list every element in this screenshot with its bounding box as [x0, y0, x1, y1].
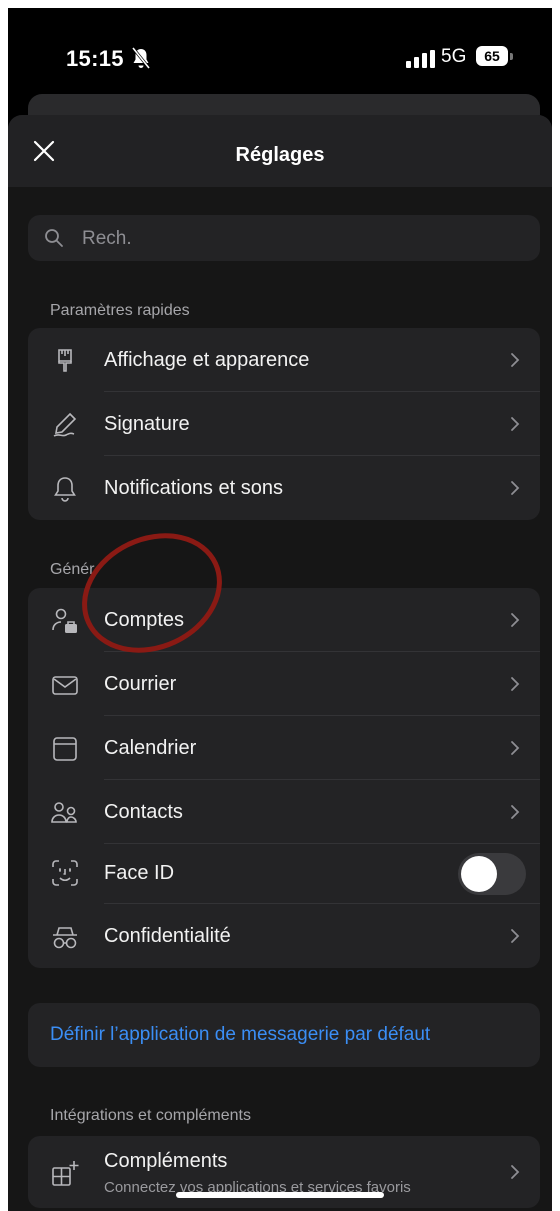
chevron-right-icon	[511, 1165, 520, 1179]
settings-item-label: Signature	[104, 413, 190, 435]
battery-icon: 65	[476, 46, 514, 68]
settings-item-mail[interactable]: Courrier	[28, 652, 540, 716]
settings-item-face-id: Face ID	[28, 844, 540, 904]
settings-item-label: Confidentialité	[104, 925, 231, 947]
settings-item-label: Face ID	[104, 862, 175, 884]
chevron-right-icon	[511, 481, 520, 495]
search-icon	[45, 229, 63, 247]
settings-item-label: Calendrier	[104, 737, 197, 759]
red-annotation-circle	[82, 533, 222, 653]
signature-pen-icon	[53, 412, 77, 437]
chevron-right-icon	[511, 353, 520, 367]
page-title: Réglages	[235, 144, 325, 166]
bell-icon	[54, 477, 76, 502]
battery-level: 65	[476, 46, 508, 66]
set-default-mail-link[interactable]: Définir l’application de messagerie par …	[50, 1024, 430, 1046]
bell-slash-icon	[131, 47, 151, 69]
envelope-icon	[52, 676, 78, 695]
settings-item-notifications[interactable]: Notifications et sons	[28, 456, 540, 520]
settings-item-privacy[interactable]: Confidentialité	[28, 904, 540, 968]
phone-screen: 15:15 5G 65 Réglages Rech. Paramètres ra…	[8, 8, 552, 1211]
settings-item-contacts[interactable]: Contacts	[28, 780, 540, 844]
settings-item-label: Contacts	[104, 801, 183, 823]
settings-item-display[interactable]: Affichage et apparence	[28, 328, 540, 392]
settings-item-label: Courrier	[104, 673, 177, 695]
settings-item-label: Notifications et sons	[104, 477, 283, 499]
settings-item-calendar[interactable]: Calendrier	[28, 716, 540, 780]
status-bar: 15:15 5G 65	[8, 8, 552, 98]
chevron-right-icon	[511, 805, 520, 819]
calendar-icon	[53, 737, 77, 761]
status-time: 15:15	[66, 46, 124, 71]
close-icon[interactable]	[30, 137, 58, 165]
default-mail-app-card: Définir l’application de messagerie par …	[28, 1003, 540, 1067]
chevron-right-icon	[511, 929, 520, 943]
section-header-integrations: Intégrations et compléments	[50, 1107, 251, 1124]
quick-settings-group: Affichage et apparence Signature Notific	[28, 328, 540, 520]
settings-item-label: Affichage et apparence	[104, 349, 310, 371]
search-field[interactable]: Rech.	[28, 215, 540, 261]
contacts-icon	[51, 802, 77, 823]
chevron-right-icon	[511, 417, 520, 431]
chevron-right-icon	[511, 677, 520, 691]
sheet-header: Réglages	[8, 115, 552, 187]
settings-item-signature[interactable]: Signature	[28, 392, 540, 456]
privacy-glasses-icon	[53, 927, 77, 949]
chevron-right-icon	[511, 741, 520, 755]
search-placeholder: Rech.	[82, 228, 132, 249]
settings-item-label: Compléments	[104, 1150, 228, 1172]
face-id-icon	[52, 860, 78, 886]
home-indicator	[176, 1192, 384, 1198]
settings-sheet: Réglages Rech. Paramètres rapides Affich…	[8, 115, 552, 1211]
chevron-right-icon	[511, 613, 520, 627]
signal-icon	[406, 50, 435, 68]
face-id-toggle[interactable]	[458, 853, 526, 895]
battery-tip	[510, 53, 513, 60]
add-ins-icon	[52, 1161, 79, 1186]
brush-icon	[58, 349, 72, 372]
toggle-knob	[461, 856, 497, 892]
network-type: 5G	[441, 46, 467, 67]
section-header-quick-settings: Paramètres rapides	[50, 302, 190, 319]
